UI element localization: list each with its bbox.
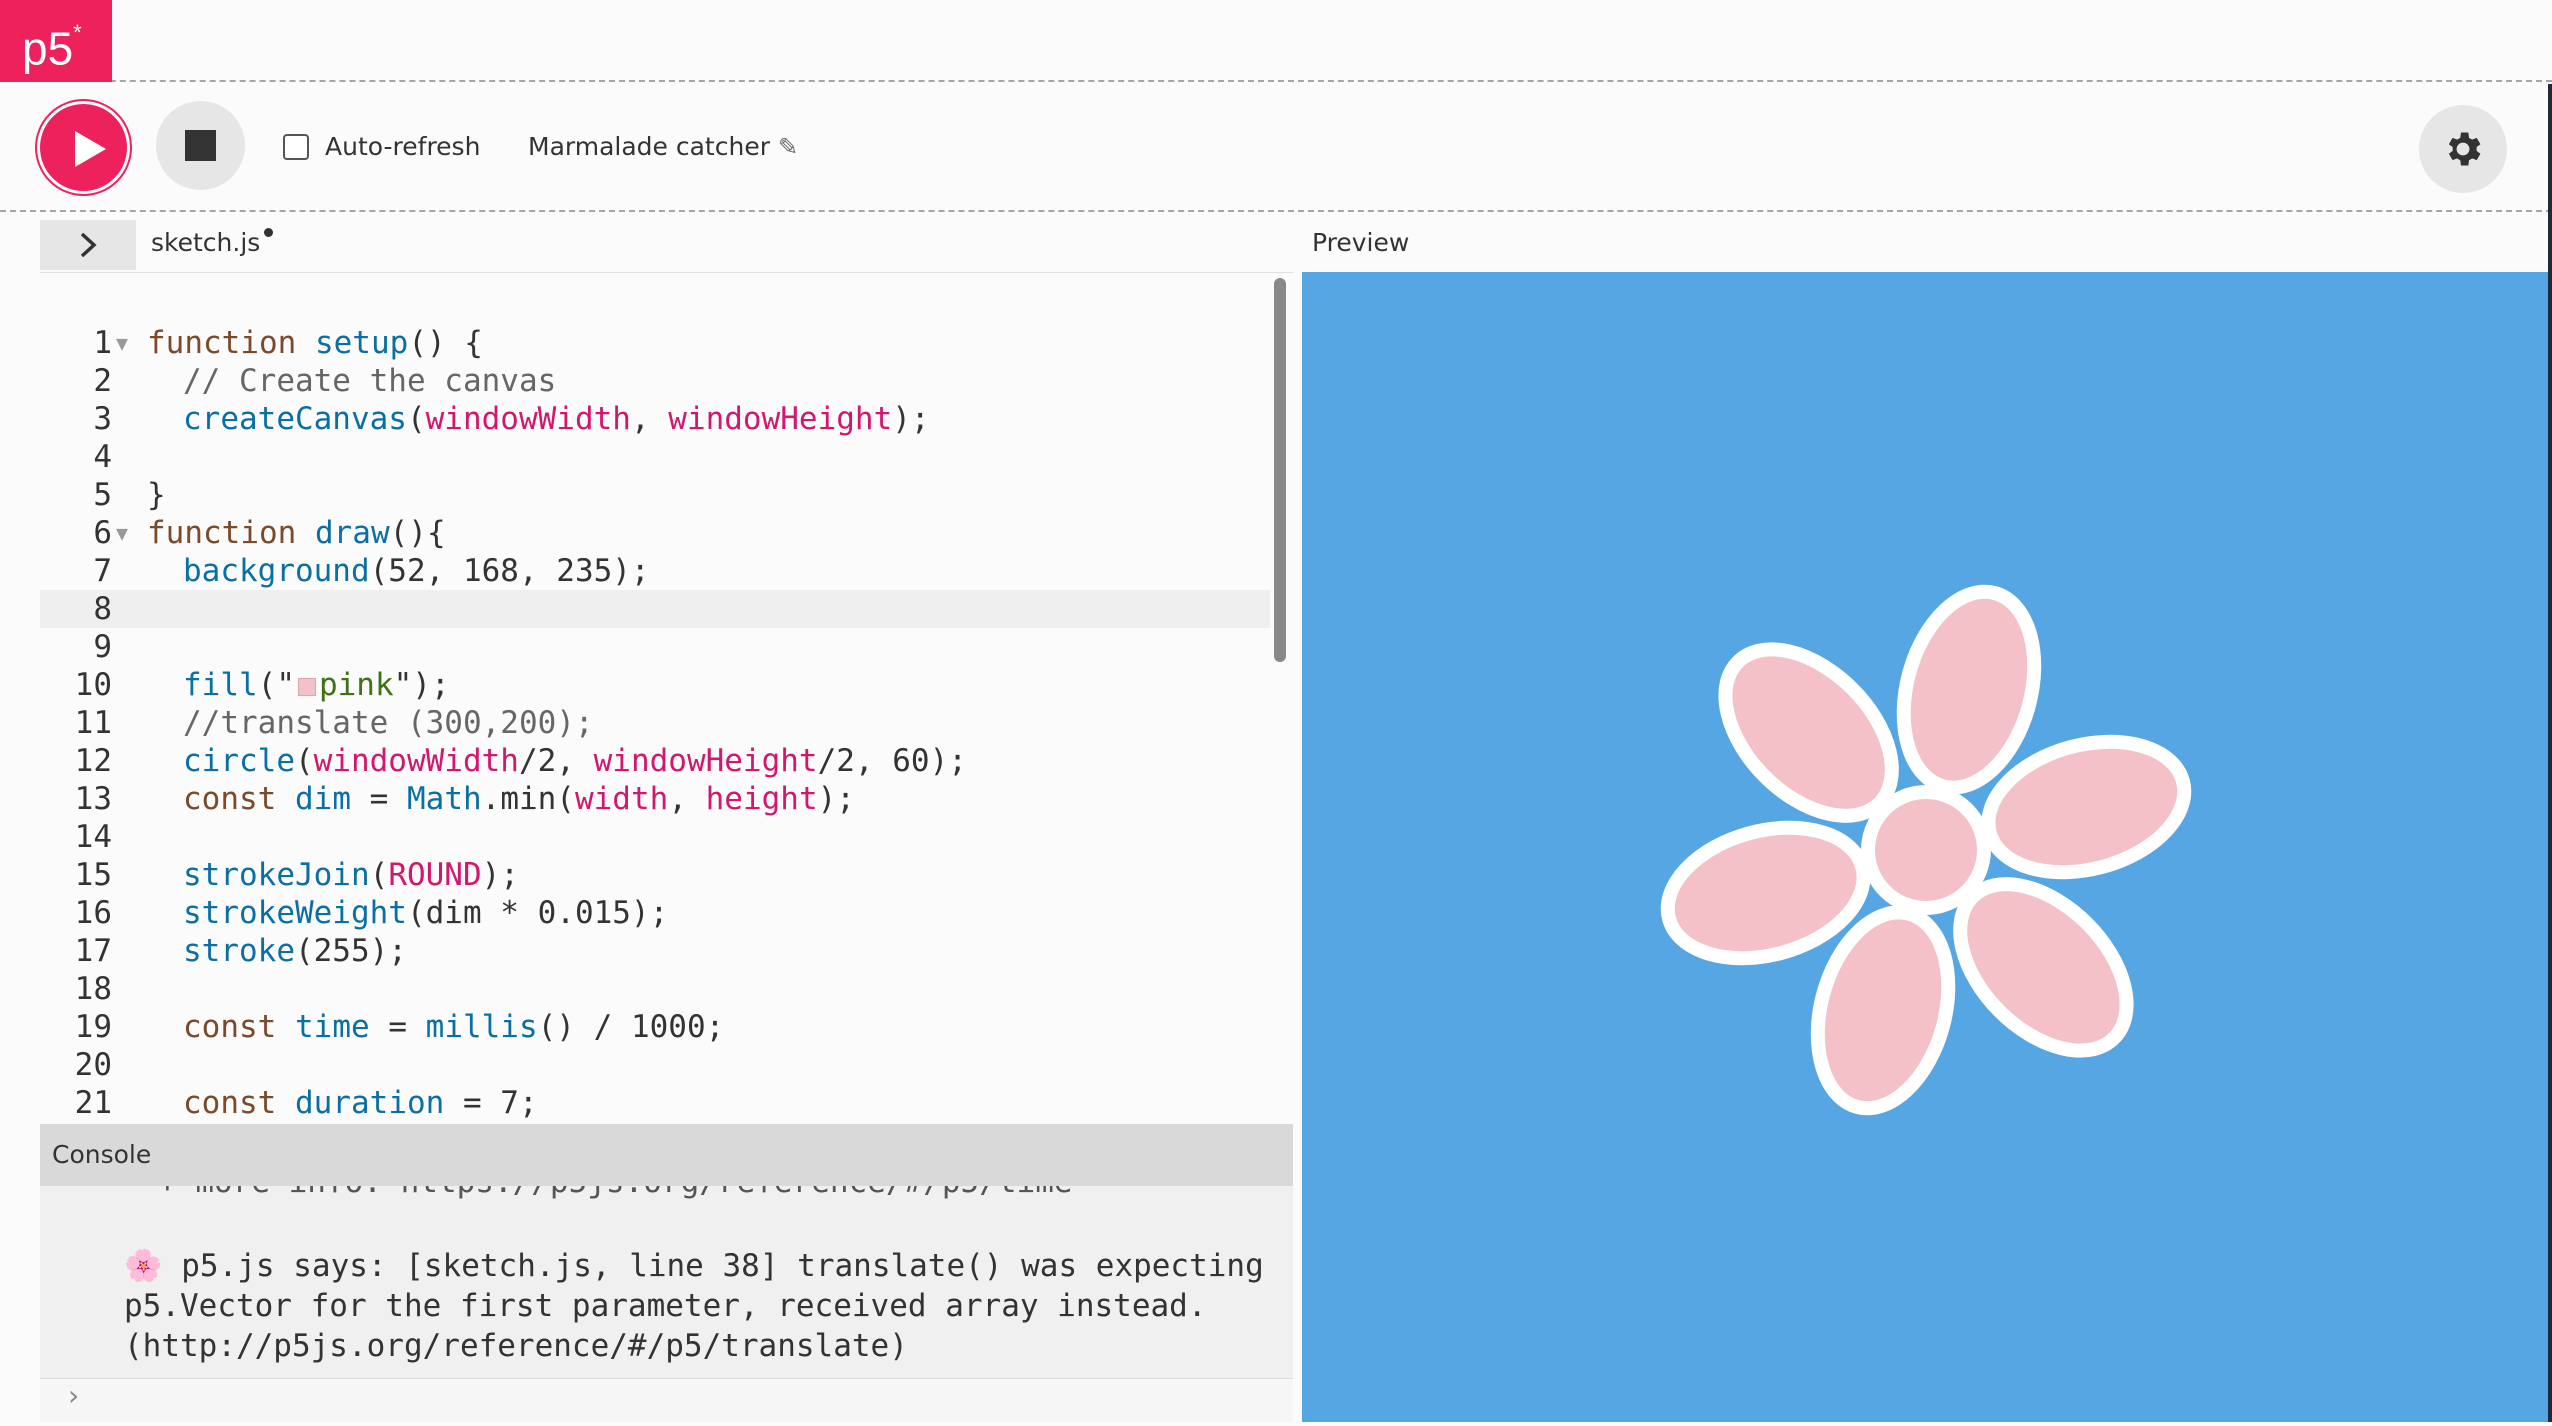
- console-message: 🌸 p5.js says: [sketch.js, line 38] trans…: [124, 1248, 1283, 1364]
- auto-refresh-label: Auto-refresh: [325, 132, 481, 161]
- code-line-active[interactable]: 8: [40, 590, 1270, 628]
- code-line[interactable]: 15 strokeJoin(ROUND);: [40, 856, 1270, 894]
- color-swatch-icon: [297, 677, 316, 696]
- gear-icon: [2448, 132, 2481, 166]
- chevron-right-icon: [80, 232, 97, 258]
- file-tab-label: sketch.js: [151, 228, 261, 257]
- file-tab-sketch[interactable]: sketch.js: [151, 228, 274, 257]
- chevron-right-icon: ›: [68, 1379, 80, 1412]
- fold-arrow-icon[interactable]: ▼: [116, 324, 128, 362]
- code-line[interactable]: 5}: [40, 476, 1270, 514]
- auto-refresh-toggle[interactable]: Auto-refresh: [283, 132, 480, 161]
- code-line[interactable]: 11//translate (300,200);: [40, 704, 1270, 742]
- editor-tab-bar: sketch.js: [0, 214, 1300, 272]
- editor-scrollbar[interactable]: [1274, 278, 1286, 662]
- code-line[interactable]: 21 const duration = 7;: [40, 1084, 1270, 1122]
- auto-refresh-checkbox[interactable]: [283, 133, 309, 160]
- code-line[interactable]: 18: [40, 970, 1270, 1008]
- code-line[interactable]: 6 ▼ function draw(){: [40, 514, 1270, 552]
- settings-button[interactable]: [2419, 105, 2507, 193]
- code-line[interactable]: 14: [40, 818, 1270, 856]
- code-line[interactable]: 10 fill(" pink");: [40, 666, 1270, 704]
- top-nav: p5*: [0, 0, 2552, 82]
- console-input[interactable]: ›: [40, 1378, 1293, 1422]
- play-icon: [75, 131, 106, 167]
- console-truncated-line: + more info: https://p5js.org/reference/…: [158, 1186, 1073, 1200]
- console-label: Console: [52, 1140, 152, 1169]
- code-line[interactable]: 17 stroke(255);: [40, 932, 1270, 970]
- toolbar: Auto-refresh Marmalade catcher ✎: [0, 84, 2552, 212]
- flower-drawing: [1660, 584, 2192, 1116]
- code-line[interactable]: 16 strokeWeight(dim * 0.015);: [40, 894, 1270, 932]
- preview-canvas[interactable]: [1302, 272, 2552, 1422]
- code-line[interactable]: 7 background(52, 168, 235);: [40, 552, 1270, 590]
- sidebar-toggle-button[interactable]: [40, 220, 136, 270]
- code-line[interactable]: 9: [40, 628, 1270, 666]
- preview-label: Preview: [1312, 228, 1410, 257]
- code-line[interactable]: 2// Create the canvas: [40, 362, 1270, 400]
- code-editor[interactable]: 1 ▼ function setup() { 2// Create the canv…: [40, 272, 1293, 1124]
- pencil-icon[interactable]: ✎: [778, 133, 798, 161]
- stop-button[interactable]: [156, 101, 245, 190]
- flower-center: [1861, 785, 1991, 915]
- play-button[interactable]: [37, 101, 130, 194]
- console-header[interactable]: Console: [40, 1124, 1293, 1186]
- code-line[interactable]: 1 ▼ function setup() {: [40, 324, 1270, 362]
- console-panel[interactable]: + more info: https://p5js.org/reference/…: [40, 1186, 1293, 1422]
- fold-arrow-icon[interactable]: ▼: [116, 514, 128, 552]
- code-line[interactable]: 19 const time = millis() / 1000;: [40, 1008, 1270, 1046]
- code-line[interactable]: 4: [40, 438, 1270, 476]
- code-line[interactable]: 3 createCanvas(windowWidth, windowHeight)…: [40, 400, 1270, 438]
- p5-logo[interactable]: p5*: [0, 0, 112, 82]
- stop-icon: [185, 130, 216, 161]
- unsaved-dot-icon: [264, 228, 274, 237]
- code-line[interactable]: 20: [40, 1046, 1270, 1084]
- code-line[interactable]: 13 const dim = Math.min(width, height);: [40, 780, 1270, 818]
- code-line[interactable]: 12 circle(windowWidth/2, windowHeight/2, …: [40, 742, 1270, 780]
- project-name-label: Marmalade catcher: [528, 132, 770, 161]
- project-name[interactable]: Marmalade catcher ✎: [528, 132, 798, 161]
- window-edge: [2548, 84, 2552, 1422]
